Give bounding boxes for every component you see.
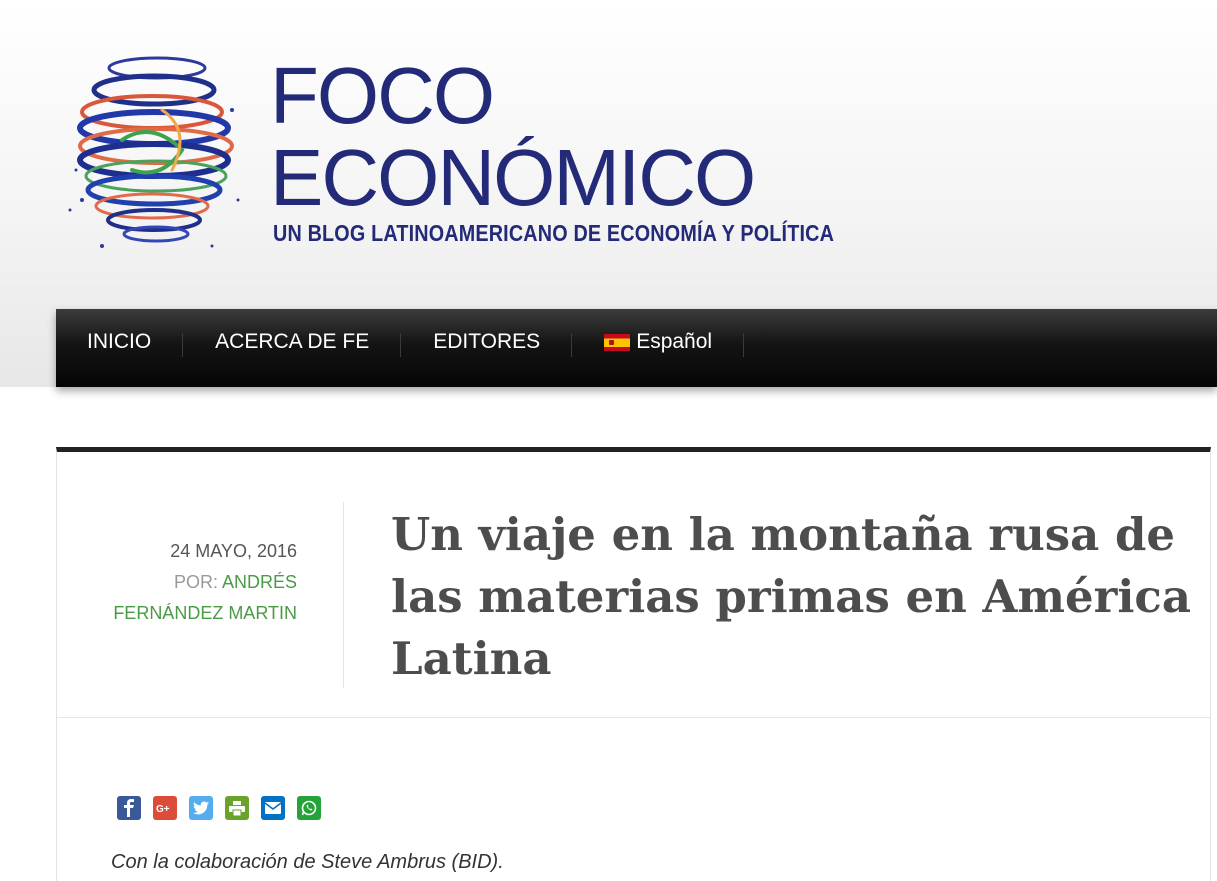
- facebook-icon[interactable]: [117, 796, 141, 820]
- nav-item-label: Español: [636, 330, 713, 353]
- print-icon[interactable]: [225, 796, 249, 820]
- post-date: 24 MAYO, 2016: [170, 541, 297, 561]
- post-title: Un viaje en la montaña rusa de las mater…: [391, 508, 1191, 685]
- post-author-link[interactable]: ANDRÉS: [222, 572, 297, 592]
- email-icon[interactable]: [261, 796, 285, 820]
- whatsapp-icon[interactable]: [297, 796, 321, 820]
- nav-item-language[interactable]: Español: [572, 309, 744, 387]
- post-by-label: POR:: [173, 572, 218, 592]
- nav-item-inicio[interactable]: INICIO: [56, 309, 184, 387]
- meta-divider: [343, 502, 344, 688]
- post-card: 24 MAYO, 2016 POR: ANDRÉS FERNÁNDEZ MART…: [56, 447, 1211, 881]
- card-divider: [57, 717, 1210, 718]
- spain-flag-icon: [604, 333, 631, 351]
- logo-icon[interactable]: [62, 50, 250, 258]
- post-collaboration-note: Con la colaboración de Steve Ambrus (BID…: [111, 851, 504, 873]
- post-meta: 24 MAYO, 2016 POR: ANDRÉS FERNÁNDEZ MART…: [57, 536, 297, 629]
- nav-item-label: INICIO: [87, 330, 152, 353]
- nav-item-label: EDITORES: [433, 330, 541, 353]
- nav-item-editores[interactable]: EDITORES: [401, 309, 573, 387]
- share-bar: G+: [117, 796, 321, 820]
- svg-text:G+: G+: [156, 804, 170, 814]
- logo-title-line1[interactable]: FOCO: [270, 56, 495, 136]
- post-author-link-continued[interactable]: FERNÁNDEZ MARTIN: [57, 598, 297, 629]
- main-navigation: INICIO ACERCA DE FE EDITORES Español: [56, 309, 1217, 387]
- nav-item-acerca-de-fe[interactable]: ACERCA DE FE: [183, 309, 402, 387]
- twitter-icon[interactable]: [189, 796, 213, 820]
- logo-title-line2[interactable]: ECONÓMICO: [270, 138, 756, 218]
- google-plus-icon[interactable]: G+: [153, 796, 177, 820]
- nav-item-label: ACERCA DE FE: [215, 330, 370, 353]
- site-tagline: UN BLOG LATINOAMERICANO DE ECONOMÍA Y PO…: [273, 220, 835, 246]
